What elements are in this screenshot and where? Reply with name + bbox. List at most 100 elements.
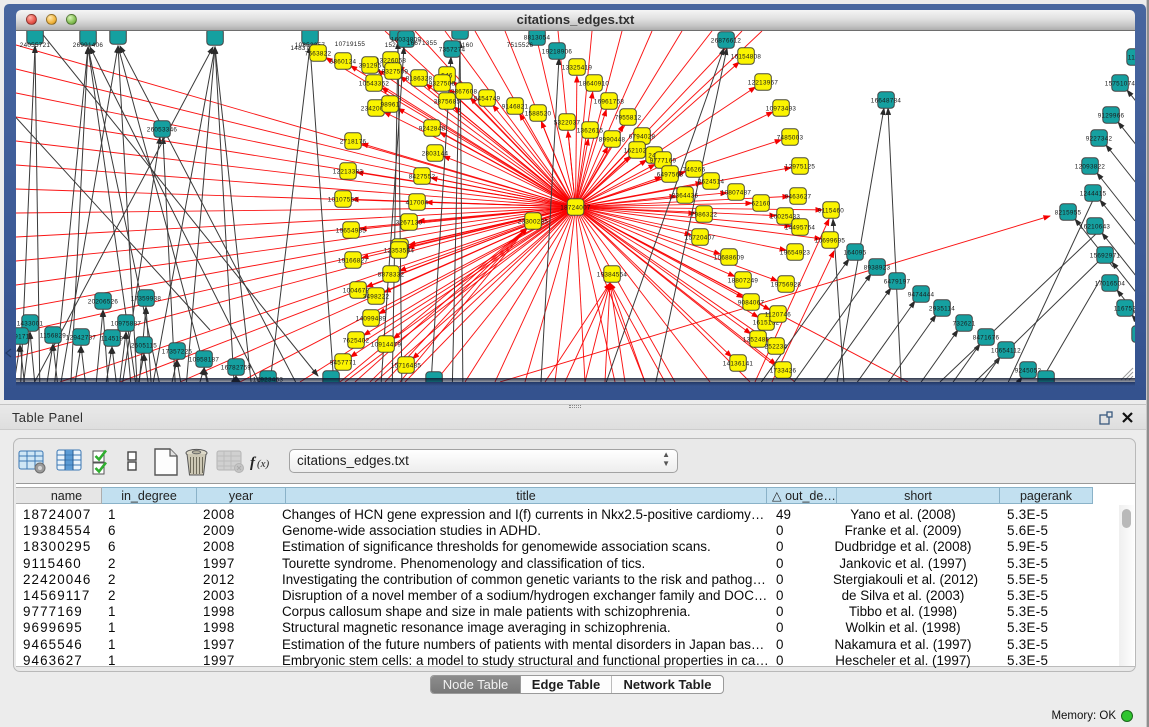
- svg-text:7625402: 7625402: [343, 337, 370, 344]
- svg-text:3860124: 3860124: [330, 58, 357, 65]
- svg-text:10699695: 10699695: [815, 237, 846, 244]
- svg-text:12353594: 12353594: [384, 247, 415, 254]
- svg-text:15720407: 15720407: [685, 234, 716, 241]
- svg-text:1117: 1117: [1128, 54, 1135, 61]
- svg-text:16210643: 16210643: [1080, 223, 1111, 230]
- svg-text:7485003: 7485003: [777, 134, 804, 141]
- svg-text:3267130: 3267130: [396, 219, 423, 226]
- svg-text:20206526: 20206526: [88, 298, 119, 305]
- svg-text:9084067: 9084067: [738, 299, 765, 306]
- svg-text:2718176: 2718176: [340, 138, 367, 145]
- svg-text:16154808: 16154808: [731, 53, 762, 60]
- svg-text:7515526: 7515526: [507, 42, 534, 49]
- svg-text:116753: 116753: [1114, 305, 1135, 312]
- svg-text:9242848: 9242848: [419, 125, 446, 132]
- svg-text:1244415: 1244415: [1080, 190, 1107, 197]
- svg-text:746266: 746266: [683, 166, 706, 173]
- svg-text:12093822: 12093822: [1075, 163, 1106, 170]
- svg-text:6479197: 6479197: [884, 278, 911, 285]
- svg-text:62160: 62160: [751, 200, 770, 207]
- svg-text:12942737: 12942737: [66, 334, 97, 341]
- svg-text:8454749: 8454749: [474, 95, 501, 102]
- svg-text:f: f: [250, 455, 257, 471]
- svg-text:1588520: 1588520: [525, 110, 552, 117]
- svg-text:19654985: 19654985: [336, 227, 367, 234]
- svg-text:9115460: 9115460: [818, 207, 844, 214]
- svg-text:98961: 98961: [380, 101, 399, 108]
- svg-text:6497568: 6497568: [657, 171, 684, 178]
- svg-text:2505115: 2505115: [131, 342, 157, 349]
- svg-text:3624514: 3624514: [698, 178, 725, 185]
- svg-text:17016504: 17016504: [1095, 280, 1126, 287]
- svg-text:9463627: 9463627: [785, 193, 812, 200]
- svg-text:19384554: 19384554: [597, 271, 628, 278]
- svg-text:7955812: 7955812: [615, 114, 642, 121]
- svg-text:10719155: 10719155: [335, 41, 366, 48]
- svg-text:9227342: 9227342: [1086, 135, 1113, 142]
- svg-text:1120746: 1120746: [765, 311, 791, 318]
- svg-text:10975887: 10975887: [111, 320, 142, 327]
- svg-text:18640910: 18640910: [579, 80, 610, 87]
- svg-text:15751074: 15751074: [1105, 80, 1135, 87]
- svg-text:10807487: 10807487: [721, 189, 752, 196]
- svg-text:14837: 14837: [290, 45, 309, 52]
- svg-text:39171: 39171: [16, 333, 30, 340]
- svg-text:10654112: 10654112: [991, 347, 1021, 354]
- svg-text:26991406: 26991406: [73, 42, 104, 49]
- svg-text:16961758: 16961758: [594, 98, 625, 105]
- svg-text:10107553: 10107553: [328, 196, 359, 203]
- svg-text:12975125: 12975125: [785, 163, 816, 170]
- svg-text:12213383: 12213383: [333, 168, 364, 175]
- svg-text:5322037: 5322037: [554, 119, 581, 126]
- svg-text:1433001: 1433001: [17, 320, 44, 327]
- svg-text:10688609: 10688609: [714, 254, 745, 261]
- svg-text:9474444: 9474444: [908, 291, 935, 298]
- svg-text:26053346: 26053346: [147, 126, 178, 133]
- svg-text:3498222: 3498222: [363, 293, 390, 300]
- svg-text:18724007: 18724007: [560, 204, 591, 211]
- svg-text:1362615: 1362615: [577, 127, 604, 134]
- svg-text:8990448: 8990448: [599, 136, 626, 143]
- svg-text:9777169: 9777169: [650, 157, 677, 164]
- svg-text:23300235: 23300235: [518, 218, 549, 225]
- svg-text:16648784: 16648784: [871, 97, 902, 104]
- svg-text:2935114: 2935114: [929, 305, 955, 312]
- svg-text:14136141: 14136141: [723, 360, 754, 367]
- svg-text:15716485: 15716485: [391, 362, 422, 369]
- svg-text:3875685: 3875685: [434, 98, 461, 105]
- svg-text:8215955: 8215955: [1055, 209, 1082, 216]
- svg-text:6794028: 6794028: [629, 133, 656, 140]
- svg-text:18807249: 18807249: [728, 277, 759, 284]
- svg-text:8813054: 8813054: [524, 34, 551, 41]
- svg-text:10973493: 10973493: [766, 105, 797, 112]
- svg-text:9327508: 9327508: [429, 80, 456, 87]
- svg-text:19218906: 19218906: [542, 48, 573, 55]
- svg-text:8878332: 8878332: [378, 271, 405, 278]
- svg-text:10543362: 10543362: [359, 80, 390, 87]
- svg-text:15692971: 15692971: [1090, 252, 1121, 259]
- svg-text:10958187: 10958187: [189, 356, 220, 363]
- svg-text:9457771: 9457771: [330, 359, 357, 366]
- svg-text:24055721: 24055721: [20, 42, 51, 49]
- svg-text:10914479: 10914479: [371, 341, 402, 348]
- svg-text:19654923: 19654923: [780, 249, 811, 256]
- svg-text:7986322: 7986322: [691, 211, 718, 218]
- svg-text:12213967: 12213967: [748, 79, 779, 86]
- svg-text:2803144: 2803144: [422, 150, 449, 157]
- svg-text:19756928: 19756928: [771, 281, 802, 288]
- svg-text:2364436: 2364436: [672, 192, 699, 199]
- svg-text:252234: 252234: [765, 343, 788, 350]
- svg-text:732621: 732621: [953, 320, 976, 327]
- svg-text:9146821: 9146821: [502, 103, 529, 110]
- svg-text:26876612: 26876612: [711, 37, 742, 44]
- svg-text:16782759: 16782759: [221, 364, 252, 371]
- svg-text:8471676: 8471676: [973, 334, 1000, 341]
- svg-text:18327509: 18327509: [378, 68, 409, 75]
- svg-text:13325419: 13325419: [562, 64, 593, 71]
- svg-text:164095: 164095: [844, 249, 867, 256]
- svg-text:1156829: 1156829: [40, 332, 66, 339]
- svg-text:16671355: 16671355: [407, 40, 438, 47]
- svg-text:(x): (x): [257, 458, 270, 470]
- svg-text:417004: 417004: [406, 199, 429, 206]
- svg-text:17357225: 17357225: [162, 348, 193, 355]
